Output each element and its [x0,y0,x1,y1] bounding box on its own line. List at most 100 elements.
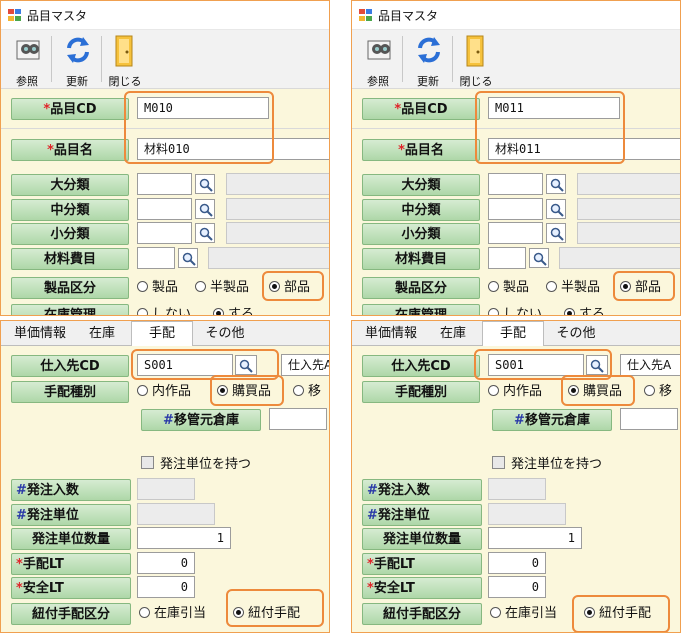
material-cost-lookup-button[interactable] [529,248,549,268]
order-unit-input[interactable] [137,503,215,525]
magnifier-icon [550,178,564,192]
radio-stock-no[interactable]: しない [488,305,542,315]
browse-label: 参照 [367,75,389,88]
radio-transfer[interactable]: 移 [293,382,321,402]
radio-inhouse[interactable]: 内作品 [137,382,191,402]
arrange-lt-input[interactable]: 0 [488,552,546,574]
order-units-input[interactable] [137,478,195,500]
tab-bar: 単価情報 在庫 手配 その他 [1,321,329,346]
transfer-warehouse-label: #移管元倉庫 [141,409,261,431]
major-category-input[interactable] [488,173,543,195]
close-label: 閉じる [459,75,493,88]
stock-mgmt-label: 在庫管理 [11,304,129,315]
radio-stock-no[interactable]: しない [137,305,191,315]
radio-product[interactable]: 製品 [488,278,529,298]
window-title: 品目マスタ [378,9,439,23]
arrangement-tab-panel-left: 単価情報 在庫 手配 その他 仕入先CD S001 仕入先A 手配種別 内作品 … [0,320,330,633]
browse-label: 参照 [16,75,38,88]
radio-semi-product[interactable]: 半製品 [195,278,249,298]
middle-category-lookup-button[interactable] [195,199,215,219]
major-category-input[interactable] [137,173,192,195]
radio-stock-alloc[interactable]: 在庫引当 [139,604,206,624]
radio-transfer[interactable]: 移 [644,382,672,402]
order-unit-qty-input[interactable]: 1 [137,527,231,549]
radio-product[interactable]: 製品 [137,278,178,298]
highlight-item-cd-name [124,91,274,164]
order-units-label: #発注入数 [11,479,131,501]
highlight-part [262,271,324,301]
linked-arrange-label: 紐付手配区分 [362,603,482,625]
magnifier-icon [550,203,564,217]
tab-stock[interactable]: 在庫 [428,324,478,344]
radio-stock-yes[interactable]: する [213,305,254,315]
highlight-item-cd-name [475,91,625,164]
middle-category-input[interactable] [488,198,543,220]
order-unit-qty-input[interactable]: 1 [488,527,582,549]
minor-category-input[interactable] [137,222,192,244]
door-icon [464,35,488,67]
material-cost-input[interactable] [137,247,175,269]
tab-arrangement[interactable]: 手配 [131,321,193,346]
tab-unit-price[interactable]: 単価情報 [7,324,73,344]
toolbar: 参照 更新 閉じる [352,30,680,89]
major-category-lookup-button[interactable] [546,174,566,194]
item-name-label: *品目名 [362,139,480,161]
stock-mgmt-label: 在庫管理 [362,304,480,315]
order-units-input[interactable] [488,478,546,500]
arrange-lt-input[interactable]: 0 [137,552,195,574]
major-category-lookup-button[interactable] [195,174,215,194]
minor-category-lookup-button[interactable] [546,223,566,243]
radio-semi-product[interactable]: 半製品 [546,278,600,298]
highlight-purchase [210,375,284,406]
tab-arrangement[interactable]: 手配 [482,321,544,346]
tab-unit-price[interactable]: 単価情報 [358,324,424,344]
minor-category-name [577,222,680,244]
material-cost-lookup-button[interactable] [178,248,198,268]
middle-category-label: 中分類 [11,199,129,221]
refresh-button[interactable]: 更新 [408,33,448,88]
has-order-unit-checkbox[interactable]: 発注単位を持つ [492,455,602,473]
middle-category-lookup-button[interactable] [546,199,566,219]
arrangement-tab-panel-right: 単価情報 在庫 手配 その他 仕入先CD S001 仕入先A 手配種別 内作品 … [351,320,681,633]
tab-other[interactable]: その他 [197,324,253,344]
supplier-name: 仕入先A [281,354,329,376]
minor-category-input[interactable] [488,222,543,244]
browse-button[interactable]: 参照 [7,33,47,88]
transfer-warehouse-input[interactable] [269,408,327,430]
order-unit-input[interactable] [488,503,566,525]
item-master-window-left: 品目マスタ 参照 更新 閉じる *品目CD M010 *品目名 材料010 大分… [0,0,330,316]
highlight-purchase [561,375,635,406]
safety-lt-input[interactable]: 0 [488,576,546,598]
minor-category-lookup-button[interactable] [195,223,215,243]
material-cost-name [559,247,680,269]
major-category-name [226,173,329,195]
middle-category-input[interactable] [137,198,192,220]
transfer-warehouse-input[interactable] [620,408,678,430]
material-cost-label: 材料費目 [362,248,480,270]
radio-stock-alloc[interactable]: 在庫引当 [490,604,557,624]
order-unit-label: #発注単位 [11,504,131,526]
close-label: 閉じる [108,75,142,88]
browse-button[interactable]: 参照 [358,33,398,88]
title-bar: 品目マスタ [1,1,329,30]
safety-lt-input[interactable]: 0 [137,576,195,598]
highlight-part [613,271,675,301]
refresh-button[interactable]: 更新 [57,33,97,88]
item-master-window-right: 品目マスタ 参照 更新 閉じる *品目CD M011 *品目名 材料011 大分… [351,0,681,316]
tab-other[interactable]: その他 [548,324,604,344]
has-order-unit-checkbox[interactable]: 発注単位を持つ [141,455,251,473]
close-button[interactable]: 閉じる [456,33,496,88]
close-button[interactable]: 閉じる [105,33,145,88]
material-cost-input[interactable] [488,247,526,269]
radio-inhouse[interactable]: 内作品 [488,382,542,402]
arrange-lt-label: *手配LT [11,553,131,575]
radio-stock-yes[interactable]: する [564,305,605,315]
product-type-label: 製品区分 [362,277,480,299]
product-type-label: 製品区分 [11,277,129,299]
major-category-name [577,173,680,195]
tab-bar: 単価情報 在庫 手配 その他 [352,321,680,346]
tab-stock[interactable]: 在庫 [77,324,127,344]
order-unit-qty-label: 発注単位数量 [362,528,482,550]
app-icon [8,9,21,21]
item-cd-label: *品目CD [11,98,129,120]
